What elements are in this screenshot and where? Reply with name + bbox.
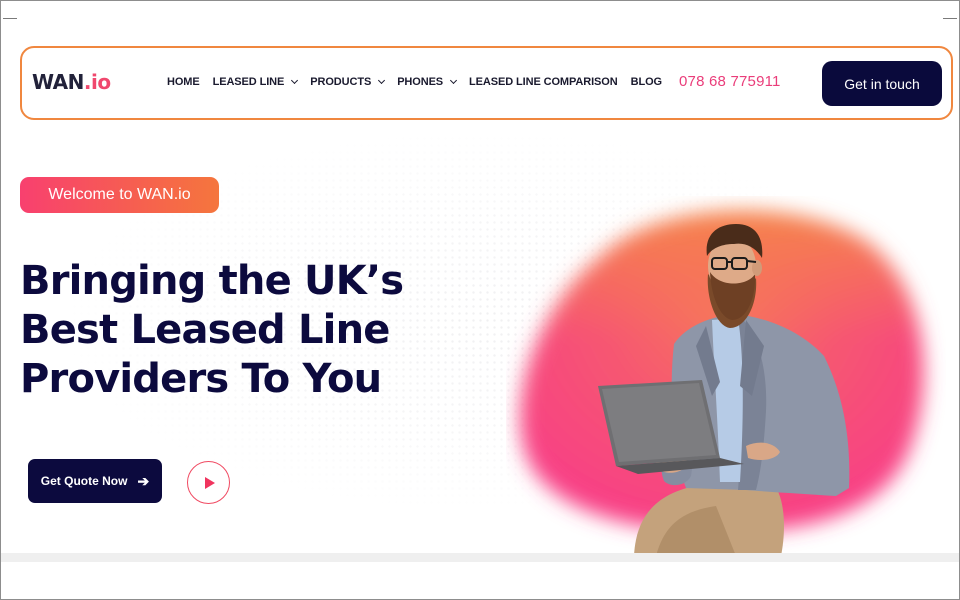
menu-item-products[interactable]: PRODUCTS <box>310 76 386 88</box>
window-corner-mark <box>943 18 957 19</box>
hero-illustration <box>520 210 924 556</box>
webpage: WAN.io HOME LEASED LINE PRODUCTS PHONES … <box>0 0 960 600</box>
menu-item-leased-line-comparison[interactable]: LEASED LINE COMPARISON <box>469 76 618 88</box>
chevron-down-icon <box>291 76 299 85</box>
chevron-down-icon <box>378 76 386 85</box>
hero-headline: Bringing the UK’s Best Leased Line Provi… <box>20 257 490 404</box>
play-icon <box>205 476 215 489</box>
quote-button-label: Get Quote Now <box>40 474 128 488</box>
headline-line: Best Leased Line <box>20 307 390 353</box>
menu-item-home[interactable]: HOME <box>167 76 200 88</box>
menu-item-blog[interactable]: BLOG <box>631 76 662 88</box>
play-video-button[interactable] <box>187 461 230 504</box>
headline-line: Providers To You <box>20 356 382 402</box>
arrow-right-icon: ➔ <box>137 473 150 489</box>
site-logo[interactable]: WAN.io <box>32 70 111 94</box>
main-menu: HOME LEASED LINE PRODUCTS PHONES LEASED … <box>167 76 675 88</box>
site-header: WAN.io HOME LEASED LINE PRODUCTS PHONES … <box>20 46 953 120</box>
window-corner-mark <box>3 18 17 19</box>
headline-line: Bringing the UK’s <box>20 258 404 304</box>
phone-number-link[interactable]: 078 68 775911 <box>679 73 781 90</box>
logo-wordmark: WAN <box>32 70 84 94</box>
chevron-down-icon <box>450 76 458 85</box>
welcome-badge: Welcome to WAN.io <box>20 177 219 213</box>
menu-item-leased-line[interactable]: LEASED LINE <box>213 76 299 88</box>
get-in-touch-button[interactable]: Get in touch <box>822 61 942 106</box>
menu-item-phones[interactable]: PHONES <box>397 76 458 88</box>
section-divider <box>1 553 959 562</box>
get-quote-now-button[interactable]: Get Quote Now ➔ <box>28 459 162 503</box>
logo-suffix: .io <box>83 70 111 94</box>
